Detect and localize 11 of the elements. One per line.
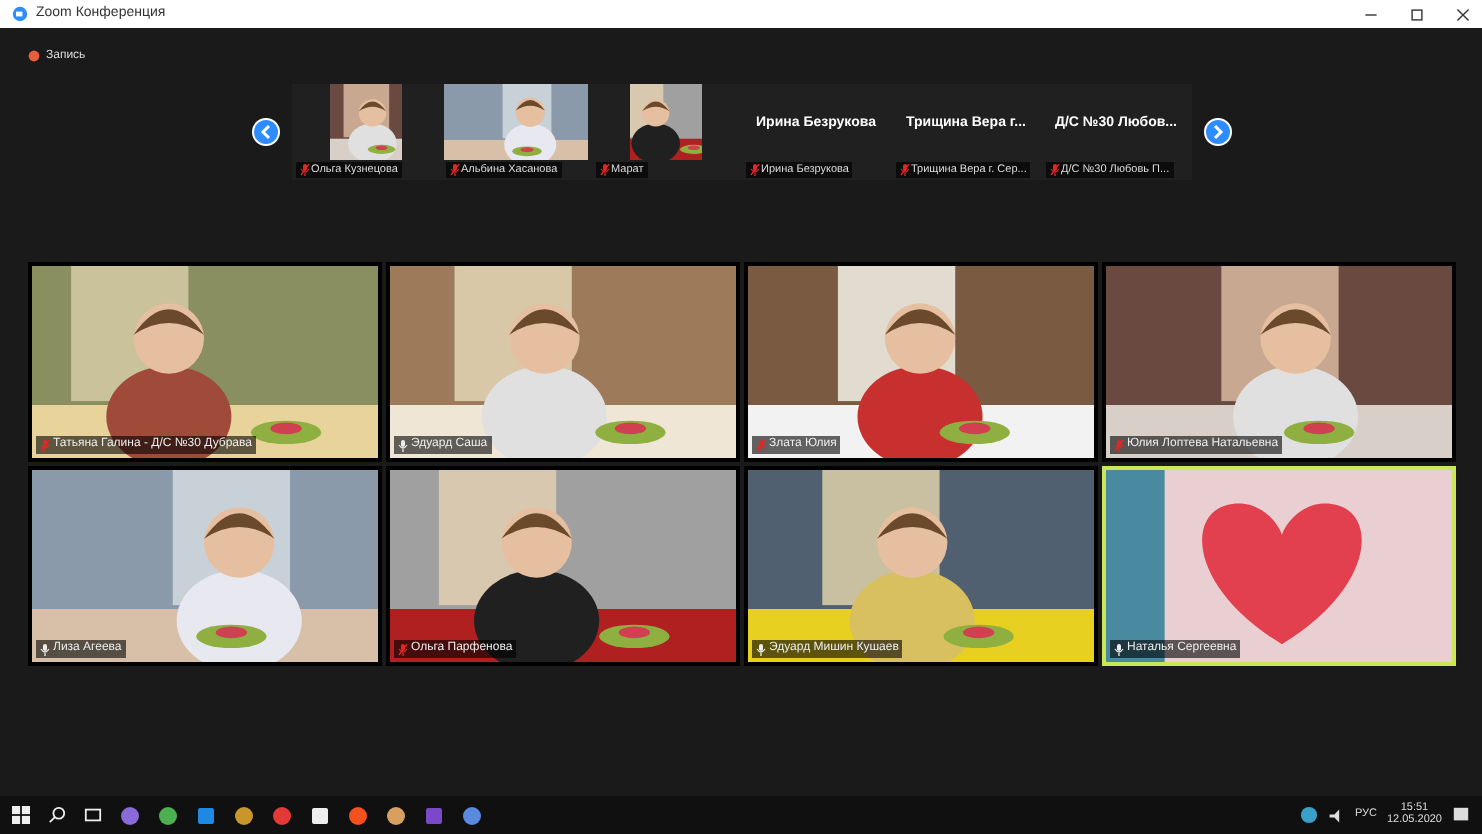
arrow-right-icon[interactable]	[1203, 118, 1231, 146]
speaker-icon[interactable]	[1328, 807, 1345, 823]
task-view-icon[interactable]	[84, 806, 102, 824]
start-icon[interactable]	[12, 806, 30, 824]
maximize-icon[interactable]	[1410, 7, 1424, 21]
zoom-logo-icon	[12, 6, 28, 22]
search-icon[interactable]	[48, 806, 66, 824]
network-icon[interactable]	[1300, 806, 1319, 824]
close-icon[interactable]	[1456, 7, 1470, 21]
notification-icon[interactable]	[1452, 806, 1470, 824]
arrow-left-icon[interactable]	[251, 118, 279, 146]
